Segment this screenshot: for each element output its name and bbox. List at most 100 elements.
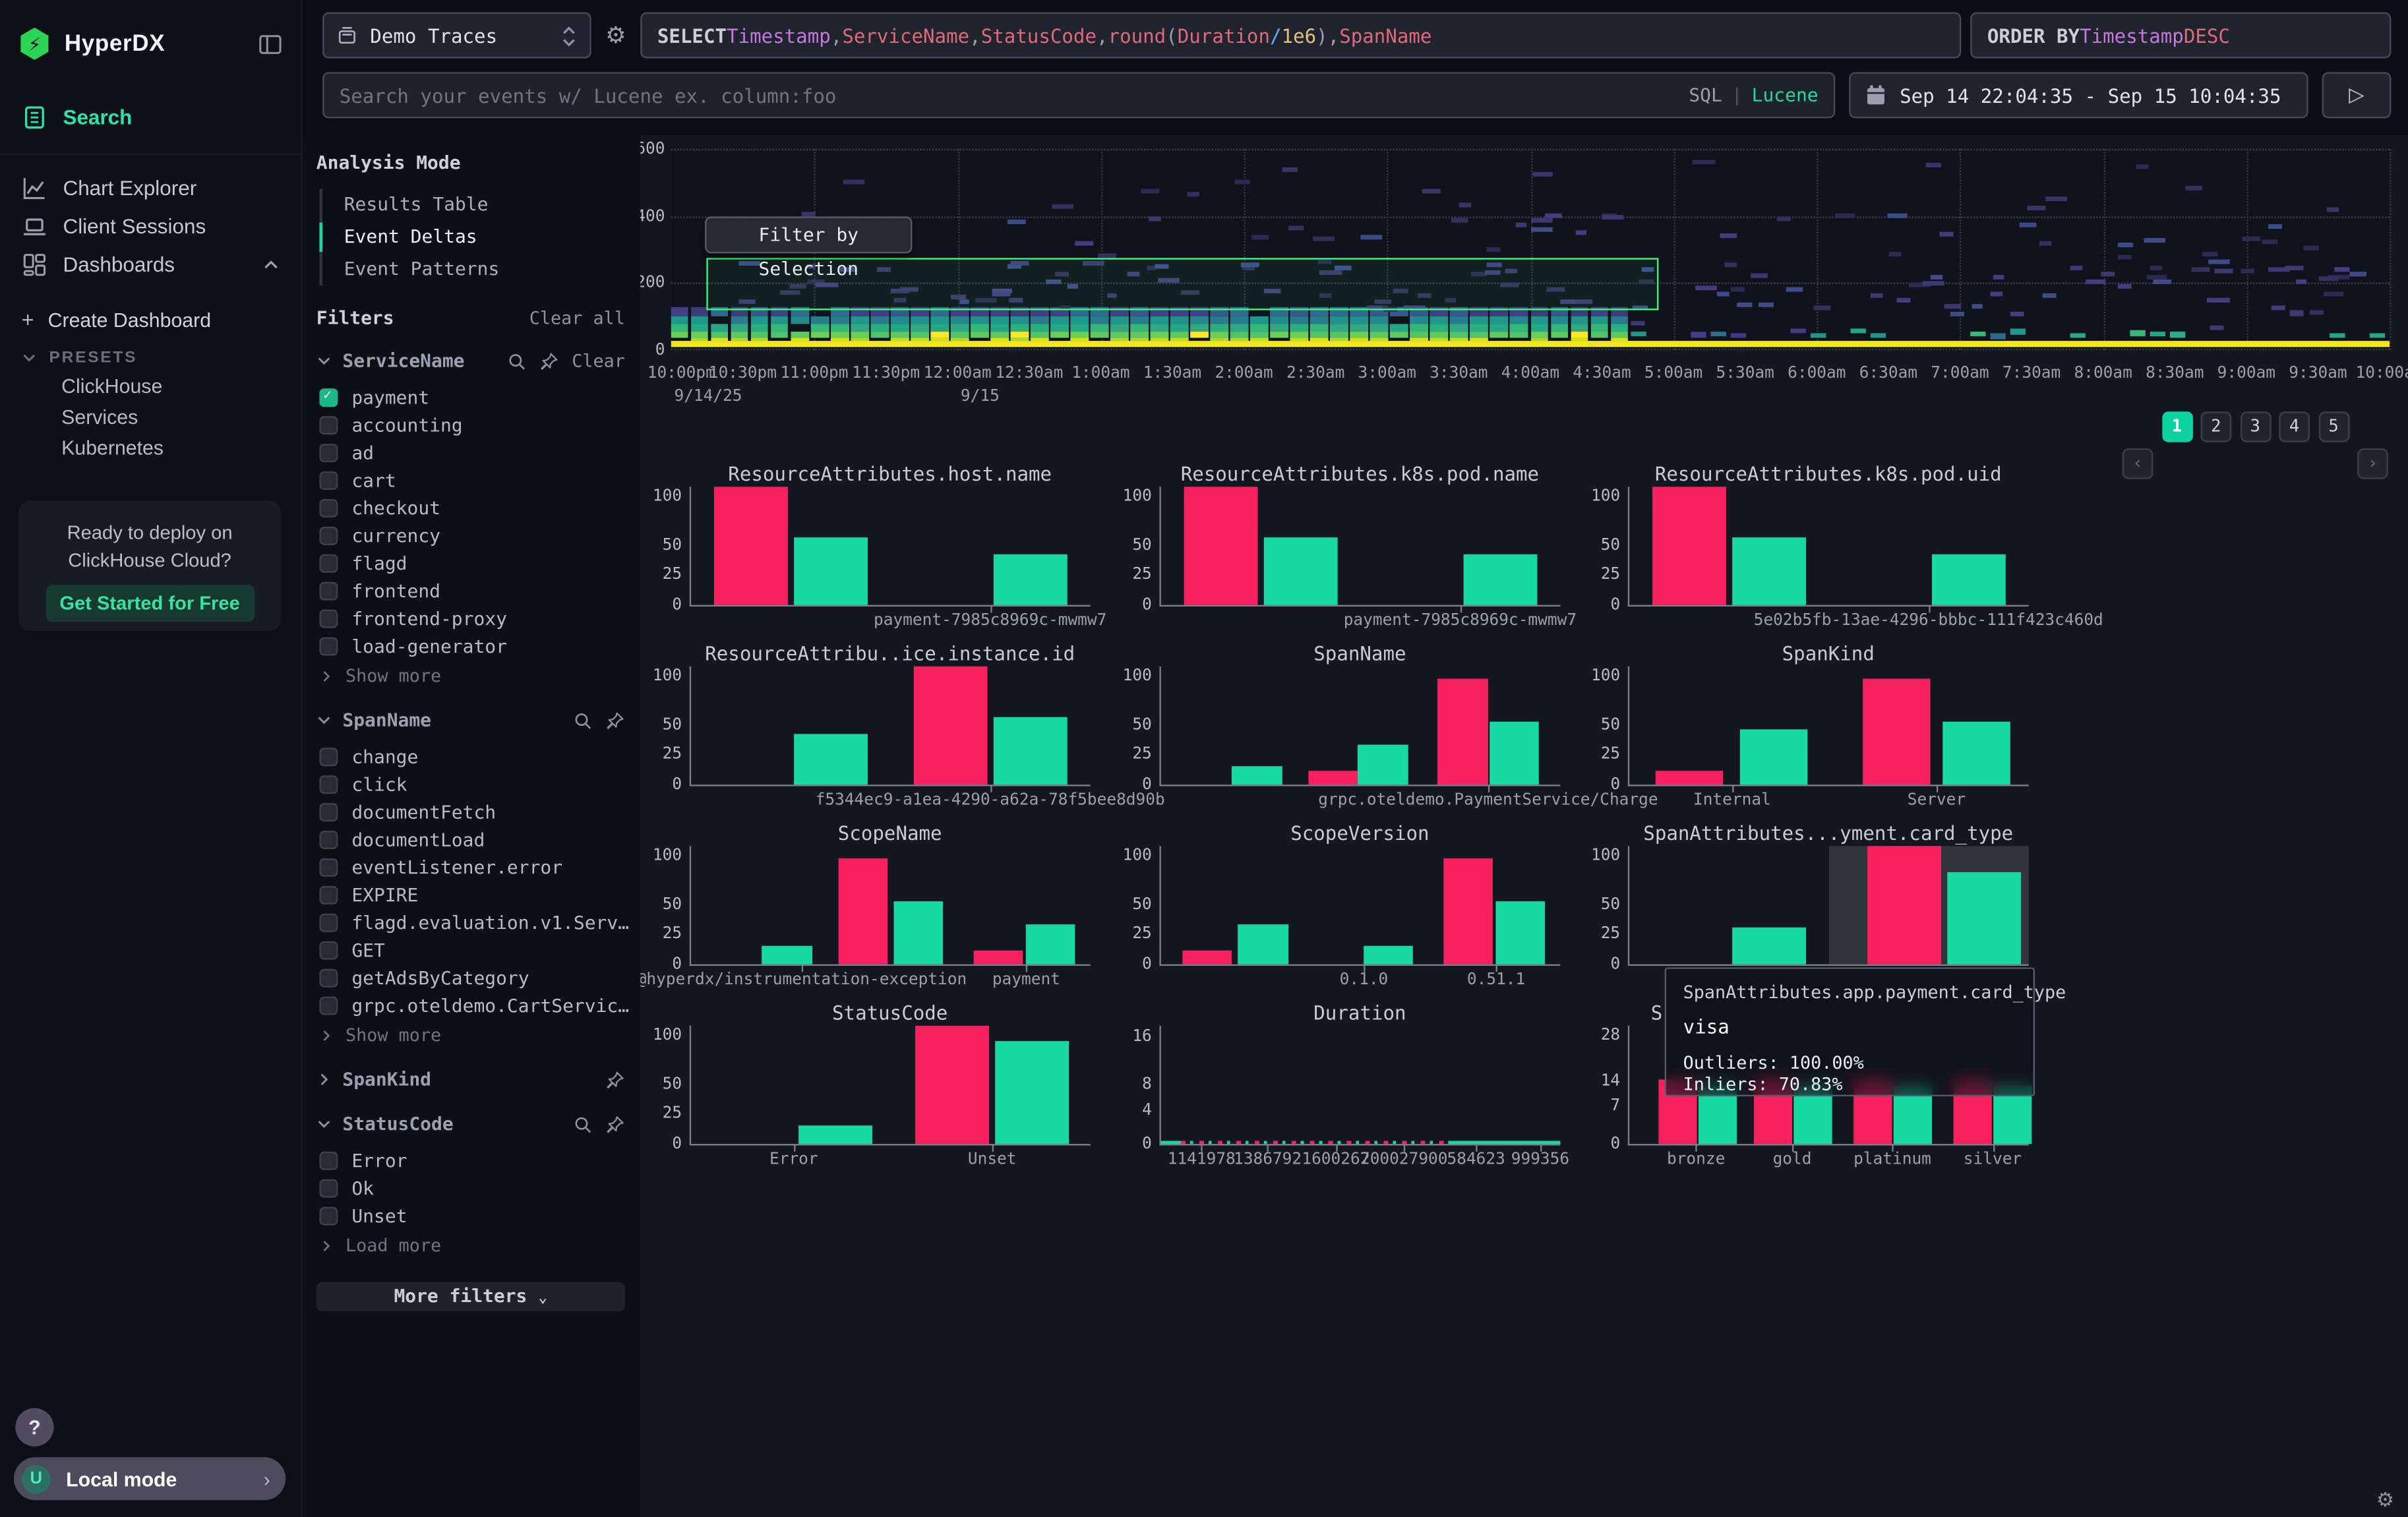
filter-group-header-spanname[interactable]: SpanName bbox=[316, 708, 625, 732]
checkbox[interactable] bbox=[319, 638, 338, 656]
outlier-bar[interactable] bbox=[1652, 487, 1726, 605]
sql-toggle[interactable]: SQL bbox=[1689, 84, 1722, 106]
checkbox[interactable] bbox=[319, 582, 338, 601]
inlier-bar[interactable] bbox=[1238, 924, 1288, 965]
sidebar-item-chart-explorer[interactable]: Chart Explorer bbox=[0, 169, 301, 207]
inlier-bar[interactable] bbox=[1732, 537, 1806, 605]
inlier-bar[interactable] bbox=[1025, 924, 1075, 965]
inlier-bar[interactable] bbox=[1943, 722, 2011, 785]
inlier-bar[interactable] bbox=[994, 554, 1068, 605]
outlier-bar[interactable] bbox=[1655, 771, 1723, 785]
filter-by-selection-button[interactable]: Filter by Selection bbox=[705, 216, 912, 253]
filter-group-header-statuscode[interactable]: StatusCode bbox=[316, 1112, 625, 1136]
pin-icon[interactable] bbox=[605, 710, 625, 730]
outlier-bar[interactable] bbox=[838, 858, 888, 964]
inlier-bar[interactable] bbox=[794, 734, 868, 785]
inlier-bar[interactable] bbox=[762, 947, 812, 965]
get-started-button[interactable]: Get Started for Free bbox=[45, 585, 255, 622]
show-more-link[interactable]: Show more bbox=[316, 663, 625, 688]
filter-option-checkout[interactable]: checkout bbox=[316, 494, 625, 522]
chart-plot[interactable] bbox=[1159, 487, 1560, 607]
inlier-bar[interactable] bbox=[1364, 947, 1414, 965]
sidebar-item-client-sessions[interactable]: Client Sessions bbox=[0, 207, 301, 245]
inlier-bar[interactable] bbox=[1358, 744, 1408, 785]
filter-option-ok[interactable]: Ok bbox=[316, 1175, 625, 1203]
filter-option-flagd-evaluation-v1-serv-[interactable]: flagd.evaluation.v1.Serv… bbox=[316, 909, 625, 937]
chart-plot[interactable] bbox=[1628, 846, 2029, 966]
analysis-mode-results-table[interactable]: Results Table bbox=[322, 189, 625, 221]
outlier-bar[interactable] bbox=[1308, 771, 1358, 785]
filter-option-frontend-proxy[interactable]: frontend-proxy bbox=[316, 605, 625, 633]
inlier-bar[interactable] bbox=[1264, 537, 1338, 605]
filter-option-documentfetch[interactable]: documentFetch bbox=[316, 798, 625, 826]
show-more-link[interactable]: Show more bbox=[316, 1023, 625, 1047]
page-button-5[interactable]: 5 bbox=[2318, 411, 2349, 442]
checkbox[interactable] bbox=[319, 444, 338, 462]
checkbox[interactable] bbox=[319, 471, 338, 490]
checkbox[interactable] bbox=[319, 886, 338, 905]
source-select[interactable]: Demo Traces bbox=[322, 13, 591, 59]
filter-option-flagd[interactable]: flagd bbox=[316, 550, 625, 578]
inlier-bar[interactable] bbox=[1739, 729, 1807, 785]
checkbox[interactable] bbox=[319, 858, 338, 877]
search-icon[interactable] bbox=[573, 1114, 593, 1134]
sidebar-item-search[interactable]: Search bbox=[0, 98, 301, 136]
more-filters-button[interactable]: More filters ⌄ bbox=[316, 1282, 625, 1311]
outlier-bar[interactable] bbox=[1868, 846, 1942, 964]
outlier-bar[interactable] bbox=[1182, 951, 1232, 965]
preset-item-services[interactable]: Services bbox=[0, 402, 301, 433]
clear-group-button[interactable]: Clear bbox=[572, 350, 625, 372]
outlier-bar[interactable] bbox=[916, 1026, 990, 1144]
outlier-bar[interactable] bbox=[714, 487, 788, 605]
filter-group-header-servicename[interactable]: ServiceNameClear bbox=[316, 349, 625, 373]
page-prev-button[interactable]: ‹ bbox=[2122, 448, 2153, 479]
inlier-bar[interactable] bbox=[1732, 928, 1806, 965]
filter-option-accounting[interactable]: accounting bbox=[316, 411, 625, 439]
inlier-bar[interactable] bbox=[1932, 554, 2006, 605]
checkbox[interactable] bbox=[319, 499, 338, 518]
date-range-picker[interactable]: Sep 14 22:04:35 - Sep 15 10:04:35 bbox=[1849, 72, 2308, 118]
chart-plot[interactable] bbox=[690, 1026, 1091, 1146]
checkbox[interactable] bbox=[319, 941, 338, 960]
checkbox[interactable] bbox=[319, 831, 338, 849]
events-heatmap[interactable]: Filter by Selection bbox=[671, 149, 2390, 350]
run-query-button[interactable]: ▷ bbox=[2322, 72, 2392, 118]
presets-header[interactable]: PRESETS bbox=[0, 344, 301, 372]
checkbox[interactable] bbox=[319, 610, 338, 628]
filter-option-click[interactable]: click bbox=[316, 771, 625, 798]
source-settings-gear-icon[interactable]: ⚙ bbox=[603, 13, 628, 59]
collapse-sidebar-icon[interactable] bbox=[258, 32, 282, 56]
chart-plot[interactable] bbox=[690, 487, 1091, 607]
inlier-bar[interactable] bbox=[1490, 722, 1540, 785]
checkbox[interactable] bbox=[319, 1179, 338, 1198]
outlier-bar[interactable] bbox=[1443, 858, 1493, 964]
help-button[interactable]: ? bbox=[15, 1408, 53, 1446]
filter-option-error[interactable]: Error bbox=[316, 1147, 625, 1175]
local-mode-pill[interactable]: U Local mode › bbox=[14, 1457, 286, 1500]
checkbox[interactable] bbox=[319, 416, 338, 434]
checkbox[interactable] bbox=[319, 803, 338, 821]
inlier-bar[interactable] bbox=[1495, 902, 1546, 965]
search-icon[interactable] bbox=[507, 351, 527, 371]
preset-item-clickhouse[interactable]: ClickHouse bbox=[0, 372, 301, 403]
analysis-mode-event-deltas[interactable]: Event Deltas bbox=[322, 221, 625, 253]
page-button-1[interactable]: 1 bbox=[2161, 411, 2192, 442]
pin-icon[interactable] bbox=[605, 1069, 625, 1089]
checkbox[interactable] bbox=[319, 748, 338, 766]
outlier-bar[interactable] bbox=[973, 951, 1023, 965]
sql-select-input[interactable]: SELECT Timestamp, ServiceName, StatusCod… bbox=[640, 13, 1961, 59]
sidebar-item-dashboards[interactable]: Dashboards bbox=[0, 246, 301, 284]
chart-plot[interactable] bbox=[690, 667, 1091, 787]
checkbox[interactable] bbox=[319, 775, 338, 794]
filter-option-get[interactable]: GET bbox=[316, 937, 625, 965]
filter-option-currency[interactable]: currency bbox=[316, 522, 625, 550]
filter-option-change[interactable]: change bbox=[316, 743, 625, 771]
pin-icon[interactable] bbox=[605, 1114, 625, 1134]
filter-group-header-spankind[interactable]: SpanKind bbox=[316, 1067, 625, 1092]
checkbox[interactable] bbox=[319, 527, 338, 545]
checkbox-checked[interactable] bbox=[319, 388, 338, 407]
inlier-bar[interactable] bbox=[794, 537, 868, 605]
outlier-bar[interactable] bbox=[1437, 678, 1488, 785]
filter-option-ad[interactable]: ad bbox=[316, 439, 625, 467]
outlier-bar[interactable] bbox=[1863, 678, 1931, 785]
